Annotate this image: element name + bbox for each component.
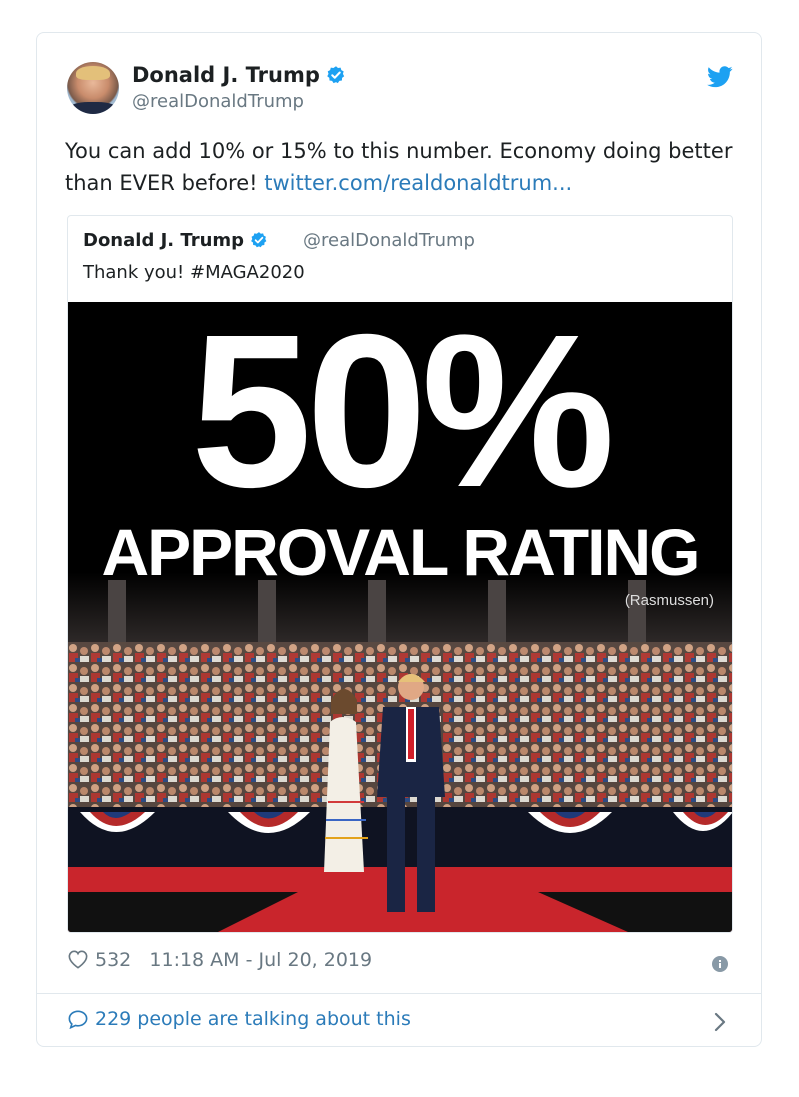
- image-source: (Rasmussen): [624, 592, 714, 609]
- avatar-suit: [69, 102, 117, 114]
- quoted-tweet[interactable]: Donald J. Trump @realDonaldTrump Thank y…: [67, 215, 733, 933]
- quoted-tweet-text: Thank you! #MAGA2020: [83, 262, 305, 283]
- avatar-hair: [76, 66, 110, 80]
- verified-badge-icon: [251, 232, 267, 248]
- heart-icon[interactable]: [67, 949, 89, 969]
- tweet-text: You can add 10% or 15% to this number. E…: [65, 135, 745, 199]
- conversation-text[interactable]: 229 people are talking about this: [95, 1008, 411, 1030]
- verified-badge-icon: [327, 66, 345, 84]
- author-handle[interactable]: @realDonaldTrump: [132, 91, 304, 112]
- image-headline: 50%: [190, 302, 615, 533]
- tweet-link[interactable]: twitter.com/realdonaldtrum...: [264, 171, 572, 195]
- speech-bubble-icon: [68, 1010, 88, 1029]
- tweet-card: Donald J. Trump @realDonaldTrump You can…: [36, 32, 762, 1047]
- author-name-row[interactable]: Donald J. Trump: [132, 63, 346, 87]
- image-subheadline: APPROVAL RATING: [101, 515, 700, 589]
- tweet-stats: 532 11:18 AM - Jul 20, 2019: [67, 949, 372, 971]
- quoted-author-name-row[interactable]: Donald J. Trump: [83, 230, 268, 251]
- author-name[interactable]: Donald J. Trump: [132, 63, 320, 87]
- quoted-author-name[interactable]: Donald J. Trump: [83, 230, 244, 251]
- conversation-link[interactable]: 229 people are talking about this: [67, 1008, 411, 1030]
- quoted-tweet-image[interactable]: 50% APPROVAL RATING (Rasmussen): [68, 302, 732, 932]
- twitter-bird-icon[interactable]: [707, 66, 733, 88]
- chevron-right-icon[interactable]: [713, 1011, 727, 1033]
- footer-divider: [37, 993, 761, 994]
- info-icon[interactable]: [712, 956, 728, 972]
- like-count[interactable]: 532: [95, 949, 131, 971]
- author-avatar[interactable]: [67, 62, 119, 114]
- tweet-timestamp[interactable]: 11:18 AM - Jul 20, 2019: [149, 949, 372, 971]
- quoted-author-handle[interactable]: @realDonaldTrump: [303, 230, 475, 251]
